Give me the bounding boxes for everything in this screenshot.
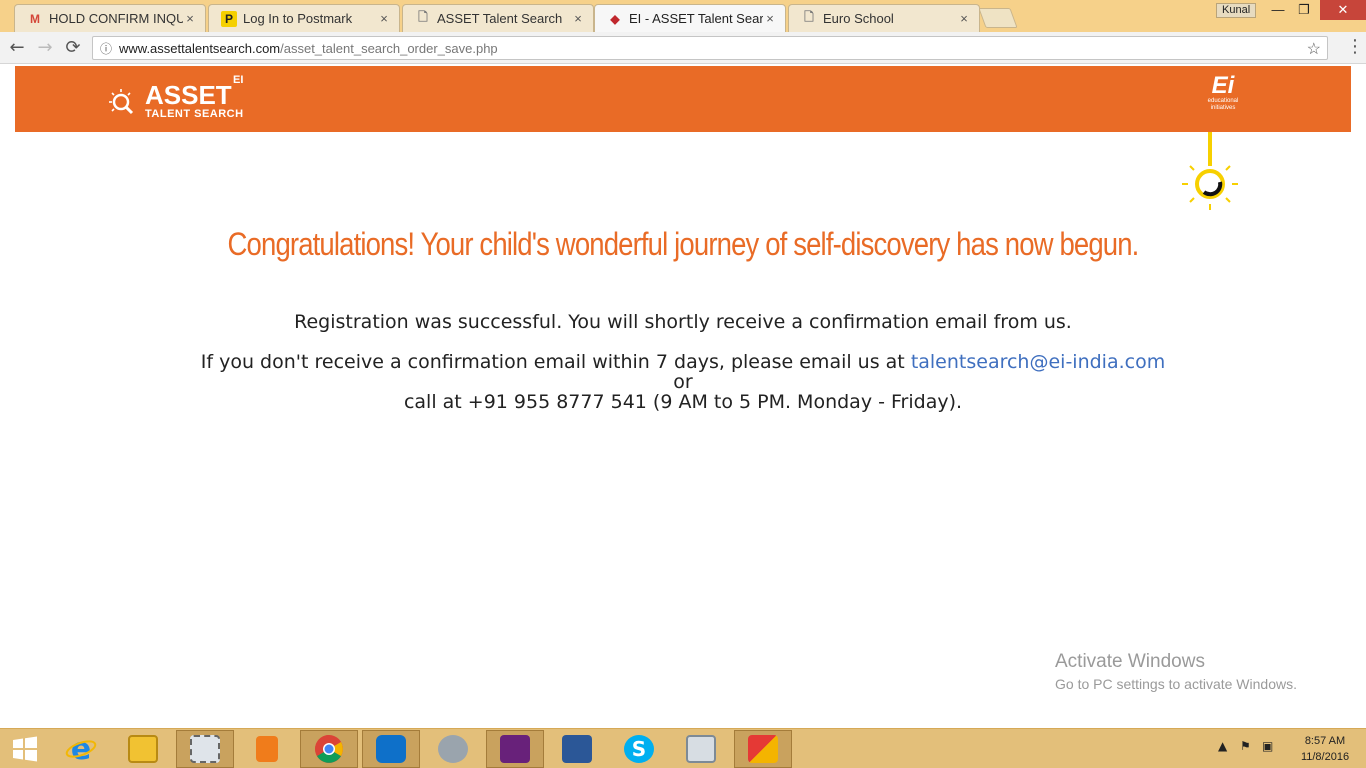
svg-text:e: e: [71, 733, 91, 765]
back-button[interactable]: ←: [6, 38, 28, 58]
snipping-tool-icon[interactable]: [176, 730, 234, 768]
new-tab-button[interactable]: [978, 8, 1018, 28]
gmail-icon: M: [30, 11, 40, 26]
close-icon[interactable]: ×: [377, 11, 391, 26]
tab-label: ASSET Talent Search: [437, 11, 563, 26]
performance-monitor-icon[interactable]: [672, 730, 730, 768]
speaker-app-icon[interactable]: [424, 730, 482, 768]
internet-explorer-icon[interactable]: e: [52, 730, 110, 768]
media-player-icon[interactable]: [238, 730, 296, 768]
system-clock[interactable]: 8:57 AM 11/8/2016: [1290, 733, 1360, 765]
browser-menu-button[interactable]: ⋮: [1346, 38, 1364, 56]
success-message: Registration was successful. You will sh…: [294, 311, 1072, 333]
file-explorer-icon[interactable]: [114, 730, 172, 768]
clock-date: 11/8/2016: [1300, 751, 1350, 763]
or-text: or: [673, 371, 693, 393]
maximize-button[interactable]: ❐: [1292, 0, 1316, 20]
logo-subtitle: TALENT SEARCH: [145, 108, 244, 120]
windows-logo-icon: [13, 736, 37, 762]
taskbar: e S ▲ ⚑ ▣ 8:57 AM 11/8/2016: [0, 728, 1366, 768]
email-instructions-text: If you don't receive a confirmation emai…: [200, 351, 911, 373]
tab-strip: M HOLD CONFIRM INQUIR × P Log In to Post…: [0, 0, 1366, 32]
tab-label: HOLD CONFIRM INQUIR: [49, 11, 183, 26]
remote-desktop-icon[interactable]: [548, 730, 606, 768]
educational-initiatives-logo[interactable]: Ei educational initiatives: [1203, 74, 1243, 112]
email-instructions: If you don't receive a confirmation emai…: [0, 351, 1366, 373]
reload-button[interactable]: ⟳: [62, 38, 84, 58]
page-icon: 🗋: [418, 10, 428, 24]
close-icon[interactable]: ×: [957, 11, 971, 26]
logo-brand: ASSET: [145, 80, 232, 110]
close-window-button[interactable]: ✕: [1320, 0, 1366, 20]
tab-label: EI - ASSET Talent Search: [629, 11, 763, 26]
chrome-icon[interactable]: [300, 730, 358, 768]
watermark-subtitle: Go to PC settings to activate Windows.: [1055, 676, 1297, 692]
watermark-title: Activate Windows: [1055, 651, 1205, 672]
ei-logo-line2: initiatives: [1210, 105, 1236, 111]
support-email-link[interactable]: talentsearch@ei-india.com: [911, 351, 1165, 373]
tab-ei-asset-talent-search[interactable]: ◆ EI - ASSET Talent Search ×: [594, 4, 786, 32]
phone-instructions: call at +91 955 8777 541 (9 AM to 5 PM. …: [403, 391, 963, 413]
ei-logo-line1: educational: [1207, 98, 1239, 104]
show-hidden-icons-button[interactable]: ▲: [1218, 739, 1227, 753]
network-icon[interactable]: ▣: [1262, 739, 1273, 753]
activate-windows-watermark: Activate Windows Go to PC settings to ac…: [1055, 651, 1297, 692]
close-icon[interactable]: ×: [571, 11, 585, 26]
url-host: www.assettalentsearch.com: [119, 40, 281, 56]
magnifier-icon: [109, 89, 134, 115]
lightbulb-icon: [1182, 132, 1238, 210]
tab-asset-talent-search[interactable]: 🗋 ASSET Talent Search ×: [402, 4, 594, 32]
action-center-flag-icon[interactable]: ⚑: [1240, 739, 1251, 753]
postmark-icon: P: [221, 10, 237, 27]
ei-logo-mark: Ei: [1211, 72, 1235, 99]
browser-toolbar: ← → ⟳ ⓘ www.assettalentsearch.com/asset_…: [0, 32, 1366, 64]
profile-button[interactable]: Kunal: [1216, 3, 1257, 18]
teamviewer-icon[interactable]: [362, 730, 420, 768]
ei-favicon-icon: ◆: [610, 11, 620, 26]
info-icon[interactable]: ⓘ: [93, 40, 119, 57]
close-icon[interactable]: ×: [183, 11, 197, 26]
close-icon[interactable]: ×: [763, 11, 777, 26]
url-path: /asset_talent_search_order_save.php: [280, 40, 498, 56]
skype-icon[interactable]: S: [610, 730, 668, 768]
address-bar[interactable]: ⓘ www.assettalentsearch.com/asset_talent…: [92, 36, 1328, 60]
clock-time: 8:57 AM: [1304, 735, 1346, 747]
tab-postmark[interactable]: P Log In to Postmark ×: [208, 4, 400, 32]
logo-ei: EI: [233, 74, 244, 86]
paint-icon[interactable]: [734, 730, 792, 768]
visual-studio-icon[interactable]: [486, 730, 544, 768]
page-title: Congratulations! Your child's wonderful …: [227, 226, 1140, 262]
start-button[interactable]: [0, 730, 50, 768]
page-icon: 🗋: [804, 10, 814, 24]
tab-euro-school[interactable]: 🗋 Euro School ×: [788, 4, 980, 32]
bookmark-star-icon[interactable]: ☆: [1307, 39, 1321, 59]
tab-gmail[interactable]: M HOLD CONFIRM INQUIR ×: [14, 4, 206, 32]
tab-label: Euro School: [823, 11, 894, 26]
minimize-button[interactable]: —: [1266, 0, 1290, 20]
tab-label: Log In to Postmark: [243, 11, 353, 26]
site-header: ASSET EI TALENT SEARCH Ei educational in…: [15, 66, 1351, 132]
forward-button[interactable]: →: [34, 38, 56, 58]
